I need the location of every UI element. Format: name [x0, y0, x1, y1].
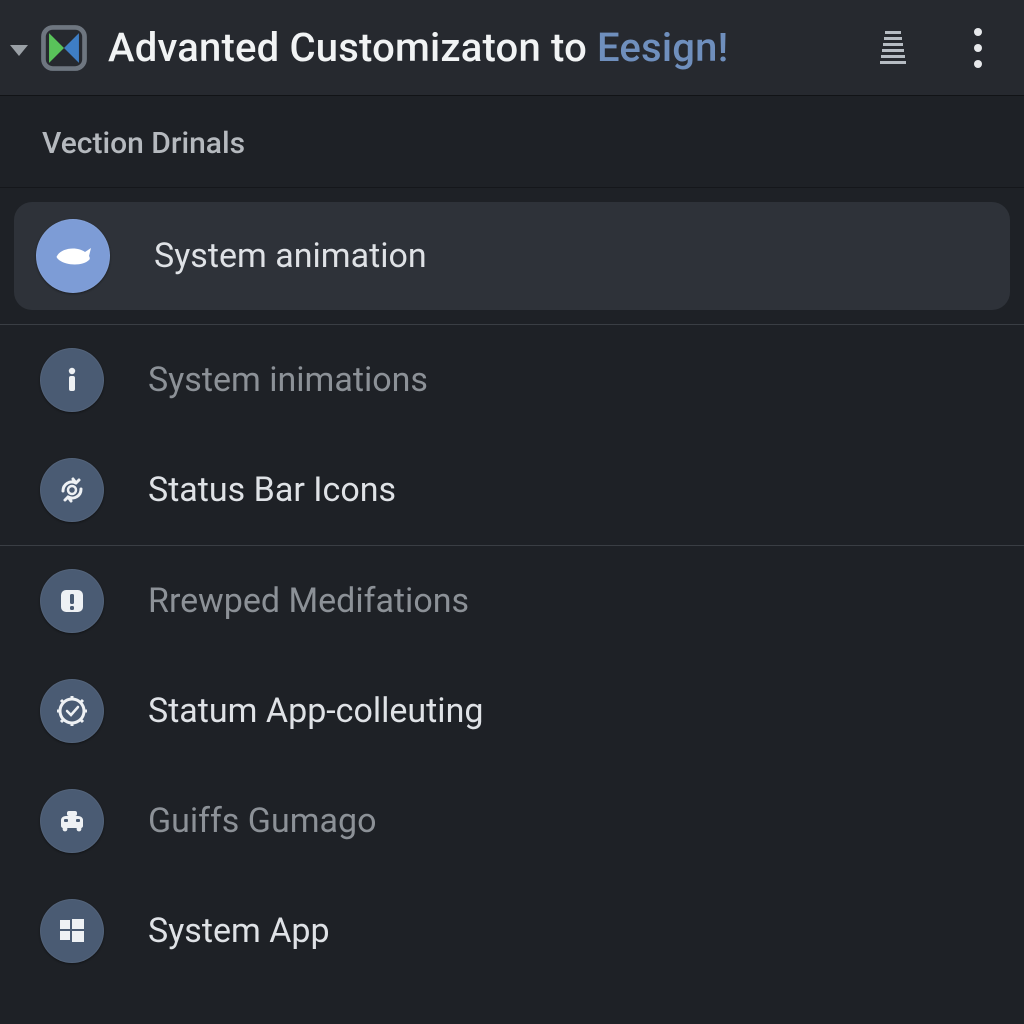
list-item-guiffs-gumago[interactable]: Guiffs Gumago	[0, 766, 1024, 876]
section-header: Vection Drinals	[0, 96, 1024, 188]
list-item-status-bar-icons[interactable]: Status Bar Icons	[0, 435, 1024, 545]
whale-icon	[36, 219, 110, 293]
app-logo-icon[interactable]	[34, 18, 94, 78]
title-main-text: Advanted Customizaton to	[108, 24, 587, 71]
list-item-label: Guiffs Gumago	[148, 801, 377, 841]
page-title: Advanted Customizaton to Eesign!	[108, 24, 880, 71]
list-item-label: Rrewped Medifations	[148, 581, 469, 621]
app-header: Advanted Customizaton to Eesign!	[0, 0, 1024, 96]
list-item-label: System animation	[154, 236, 427, 276]
list-item-label: Status Bar Icons	[148, 470, 396, 510]
alert-icon	[40, 569, 104, 633]
list-item-system-app[interactable]: System App	[0, 876, 1024, 986]
header-actions	[880, 24, 1000, 72]
gear-icon	[40, 679, 104, 743]
list-item-rrewped-medifations[interactable]: Rrewped Medifations	[0, 546, 1024, 656]
list-item-label: System App	[148, 911, 330, 951]
car-icon	[40, 789, 104, 853]
windows-icon	[40, 899, 104, 963]
title-accent-text: Eesign!	[597, 24, 728, 71]
loop-icon	[40, 458, 104, 522]
list-item-statum-app-colleuting[interactable]: Statum App-colleuting	[0, 656, 1024, 766]
info-icon	[40, 348, 104, 412]
dropdown-caret-icon[interactable]	[10, 45, 28, 56]
section-header-label: Vection Drinals	[42, 126, 245, 161]
list-item-label: Statum App-colleuting	[148, 691, 483, 731]
list-item-label: System inimations	[148, 360, 428, 400]
settings-list: System animation System inimations Statu…	[0, 188, 1024, 986]
more-menu-icon[interactable]	[970, 24, 986, 72]
equalizer-icon[interactable]	[880, 31, 906, 64]
list-item-system-animation[interactable]: System animation	[14, 202, 1010, 310]
list-item-system-inimations[interactable]: System inimations	[0, 325, 1024, 435]
